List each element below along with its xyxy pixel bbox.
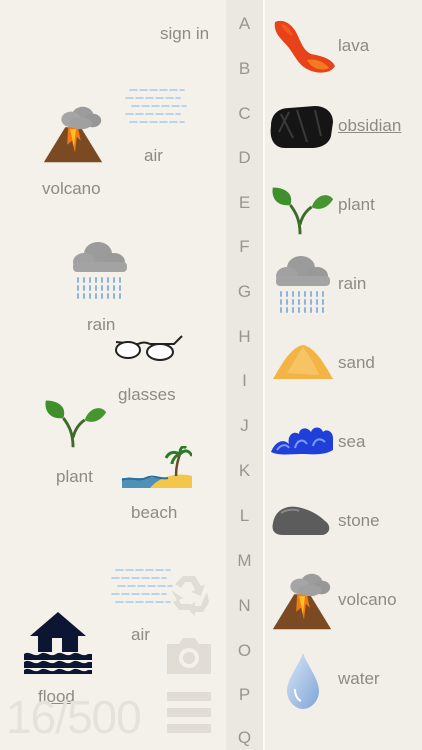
alphabet-letter[interactable]: E [226,193,263,213]
library-item-lava[interactable]: lava [265,12,422,82]
menu-button[interactable] [165,690,213,734]
library-item-stone[interactable]: stone [265,487,422,557]
plant-icon [44,399,108,449]
library-item-sand[interactable]: sand [265,329,422,399]
library-item-label: volcano [338,590,397,609]
alphabet-index[interactable]: A B C D E F G H I J K L M N O P Q [226,0,263,750]
sea-icon [271,427,333,455]
beach-icon [121,446,192,488]
alphabet-letter[interactable]: C [226,104,263,124]
volcano-icon [43,106,103,163]
camera-icon [167,638,211,674]
library-item-label: sea [338,432,366,451]
library-item-obsidian[interactable]: obsidian [265,92,422,162]
menu-icon [167,692,211,733]
recycle-button[interactable] [165,572,213,616]
workspace-element-air[interactable] [124,78,188,128]
air-icon [125,89,187,123]
sign-in-link[interactable]: sign in [160,24,209,44]
alphabet-letter[interactable]: K [226,461,263,481]
alphabet-letter[interactable]: G [226,282,263,302]
glasses-icon [115,335,183,361]
library-item-rain[interactable]: rain [265,250,422,320]
workspace-label-beach: beach [131,503,178,522]
alphabet-letter[interactable]: J [226,416,263,436]
obsidian-icon [270,106,333,148]
water-icon [287,653,319,709]
workspace-element-beach[interactable] [120,446,192,492]
library-item-label: plant [338,195,375,214]
workspace-element-plant[interactable] [40,386,110,452]
alphabet-letter[interactable]: O [226,641,263,661]
alphabet-letter[interactable]: M [226,551,263,571]
alphabet-letter[interactable]: L [226,506,263,526]
library-item-plant[interactable]: plant [265,171,422,241]
library-item-water[interactable]: water [265,645,422,715]
rain-icon [275,255,331,313]
plant-icon [271,186,335,236]
lava-icon [274,20,335,73]
alphabet-letter[interactable]: D [226,148,263,168]
workspace[interactable]: sign in air volcano rain glasses plant b… [0,0,226,750]
element-library[interactable]: lava obsidian plant rain sand sea stone … [265,0,422,750]
workspace-label-volcano: volcano [42,179,101,198]
alphabet-letter[interactable]: B [226,59,263,79]
recycle-icon [171,576,209,616]
workspace-label-plant: plant [56,467,93,486]
workspace-element-flood[interactable] [22,608,94,676]
workspace-element-rain[interactable] [64,238,134,304]
sand-icon [273,345,333,379]
alphabet-letter[interactable]: F [226,237,263,257]
alphabet-letter[interactable]: Q [226,728,263,748]
volcano-icon [272,573,332,630]
library-item-label: sand [338,353,375,372]
camera-button[interactable] [165,634,213,678]
rain-icon [72,241,128,299]
library-item-label: lava [338,36,370,55]
library-item-volcano[interactable]: volcano [265,566,422,636]
workspace-label-air-2: air [131,625,150,644]
library-item-label: rain [338,274,367,293]
workspace-label-air: air [144,146,163,165]
workspace-element-glasses[interactable] [112,330,184,366]
alphabet-letter[interactable]: P [226,685,263,705]
library-item-sea[interactable]: sea [265,408,422,478]
workspace-element-volcano[interactable] [38,100,108,168]
alphabet-letter[interactable]: H [226,327,263,347]
library-item-label: water [338,669,380,688]
stone-icon [272,506,330,535]
discovery-counter: 16/500 [6,691,142,743]
alphabet-letter[interactable]: A [226,14,263,34]
flood-icon [24,612,92,674]
alphabet-letter[interactable]: I [226,371,263,391]
library-item-label: obsidian [338,116,402,135]
alphabet-letter[interactable]: N [226,596,263,616]
library-item-label: stone [338,511,380,530]
workspace-label-glasses: glasses [118,385,176,404]
